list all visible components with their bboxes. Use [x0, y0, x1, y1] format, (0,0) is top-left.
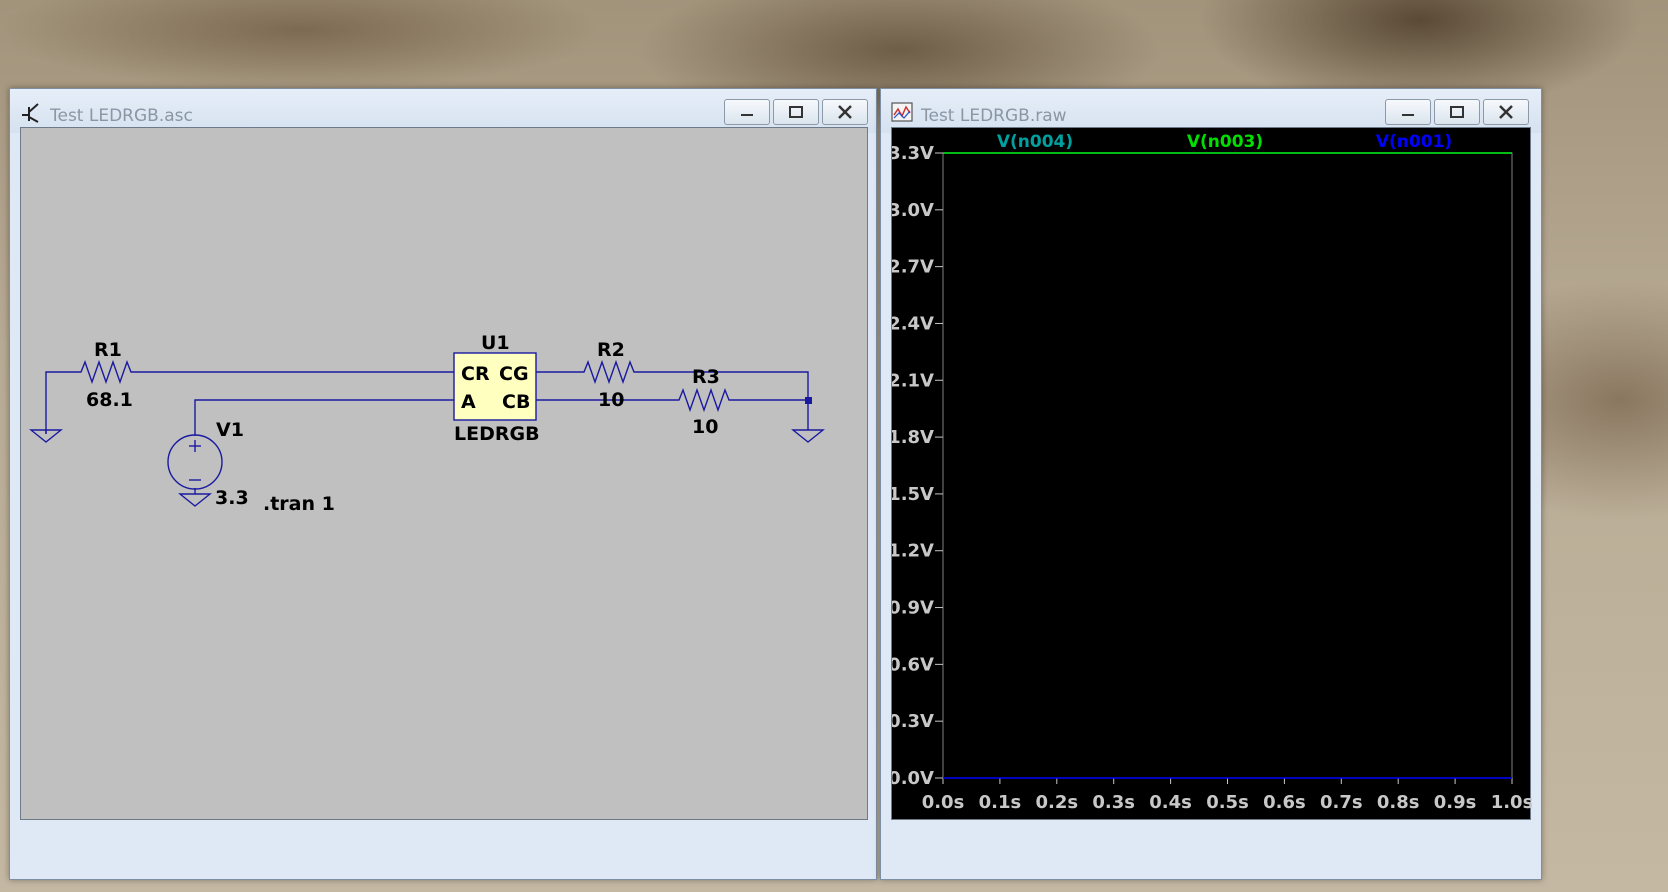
maximize-icon: [789, 106, 803, 118]
trace-label[interactable]: V(n003): [1187, 132, 1263, 152]
minimize-button[interactable]: [724, 99, 770, 125]
minimize-icon: [1402, 114, 1414, 116]
x-tick-label: 0.1s: [979, 792, 1022, 813]
maximize-button[interactable]: [773, 99, 819, 125]
ground-left-symbol: [29, 429, 63, 443]
x-tick-label: 0.7s: [1320, 792, 1363, 813]
y-tick-label: 0.3V: [892, 711, 934, 732]
pin-cb-label: CB: [502, 391, 530, 413]
y-tick-label: 0.9V: [892, 598, 934, 619]
waveform-app-icon: [891, 102, 913, 122]
r1-name-label: R1: [94, 339, 122, 361]
minimize-icon: [741, 114, 753, 116]
x-tick-label: 0.9s: [1434, 792, 1477, 813]
y-tick-label: 3.0V: [892, 200, 934, 221]
trace-label[interactable]: V(n001): [1376, 132, 1452, 152]
minimize-button[interactable]: [1385, 99, 1431, 125]
schematic-app-icon: [22, 103, 39, 123]
r1-value-label: 68.1: [86, 389, 133, 411]
y-tick-label: 1.5V: [892, 484, 934, 505]
schematic-window-title: Test LEDRGB.asc: [50, 106, 193, 126]
plot-frame: [942, 152, 1513, 779]
close-icon: [1499, 105, 1513, 119]
y-tick-label: 0.6V: [892, 654, 934, 675]
r2-name-label: R2: [597, 339, 625, 361]
pin-cr-label: CR: [461, 363, 490, 385]
voltage-source-v1[interactable]: [167, 430, 223, 507]
ground-right-symbol: [791, 429, 825, 443]
x-tick-label: 0.5s: [1206, 792, 1249, 813]
schematic-window[interactable]: Test LEDRGB.asc R1 68.1 V1 3.3 .tran 1 U…: [9, 88, 877, 880]
tran-directive[interactable]: .tran 1: [263, 493, 335, 515]
pin-cg-label: CG: [499, 363, 529, 385]
close-button[interactable]: [822, 99, 868, 125]
x-tick-label: 0.3s: [1092, 792, 1135, 813]
y-tick-label: 1.8V: [892, 427, 934, 448]
r2-value-label: 10: [598, 389, 624, 411]
y-tick-label: 2.1V: [892, 370, 934, 391]
waveform-plot-pane[interactable]: 0.0V 0.3V 0.6V 0.9V 1.2V 1.5V 1.8V 2.1V 2.4V 2.7V…: [891, 127, 1532, 821]
waveform-chart[interactable]: 0.0V 0.3V 0.6V 0.9V 1.2V 1.5V 1.8V 2.1V 2.4V 2.7V…: [892, 128, 1532, 821]
resistor-r2[interactable]: [536, 359, 809, 399]
pin-a-label: A: [461, 391, 476, 413]
resistor-r3[interactable]: [536, 387, 809, 430]
maximize-icon: [1450, 106, 1464, 118]
u1-model-label: LEDRGB: [454, 423, 540, 445]
x-tick-label: 0.0s: [922, 792, 965, 813]
r3-value-label: 10: [692, 416, 718, 438]
x-tick-label: 0.4s: [1149, 792, 1192, 813]
trace-label[interactable]: V(n004): [997, 132, 1073, 152]
close-button[interactable]: [1483, 99, 1529, 125]
schematic-drawing: R1 68.1 V1 3.3 .tran 1 U1 LEDRGB CR CG A…: [29, 332, 825, 515]
x-tick-label: 0.8s: [1377, 792, 1420, 813]
schematic-canvas[interactable]: R1 68.1 V1 3.3 .tran 1 U1 LEDRGB CR CG A…: [20, 127, 868, 820]
u1-name-label: U1: [481, 332, 510, 354]
close-icon: [838, 105, 852, 119]
v1-value-label: 3.3: [215, 487, 249, 509]
r3-name-label: R3: [692, 366, 720, 388]
y-tick-label: 0.0V: [892, 768, 934, 789]
maximize-button[interactable]: [1434, 99, 1480, 125]
y-tick-label: 2.7V: [892, 257, 934, 278]
y-tick-label: 2.4V: [892, 313, 934, 334]
v1-name-label: V1: [216, 419, 244, 441]
y-tick-label: 3.3V: [892, 143, 934, 164]
junction-dot: [805, 397, 812, 404]
waveform-window[interactable]: Test LEDRGB.raw 0.0V 0.3V 0.6V 0.9V 1.2V 1.5V…: [880, 88, 1542, 880]
y-tick-label: 1.2V: [892, 541, 934, 562]
x-tick-label: 0.2s: [1035, 792, 1078, 813]
x-tick-label: 0.6s: [1263, 792, 1306, 813]
waveform-window-title: Test LEDRGB.raw: [921, 106, 1067, 126]
x-tick-label: 1.0s: [1491, 792, 1532, 813]
